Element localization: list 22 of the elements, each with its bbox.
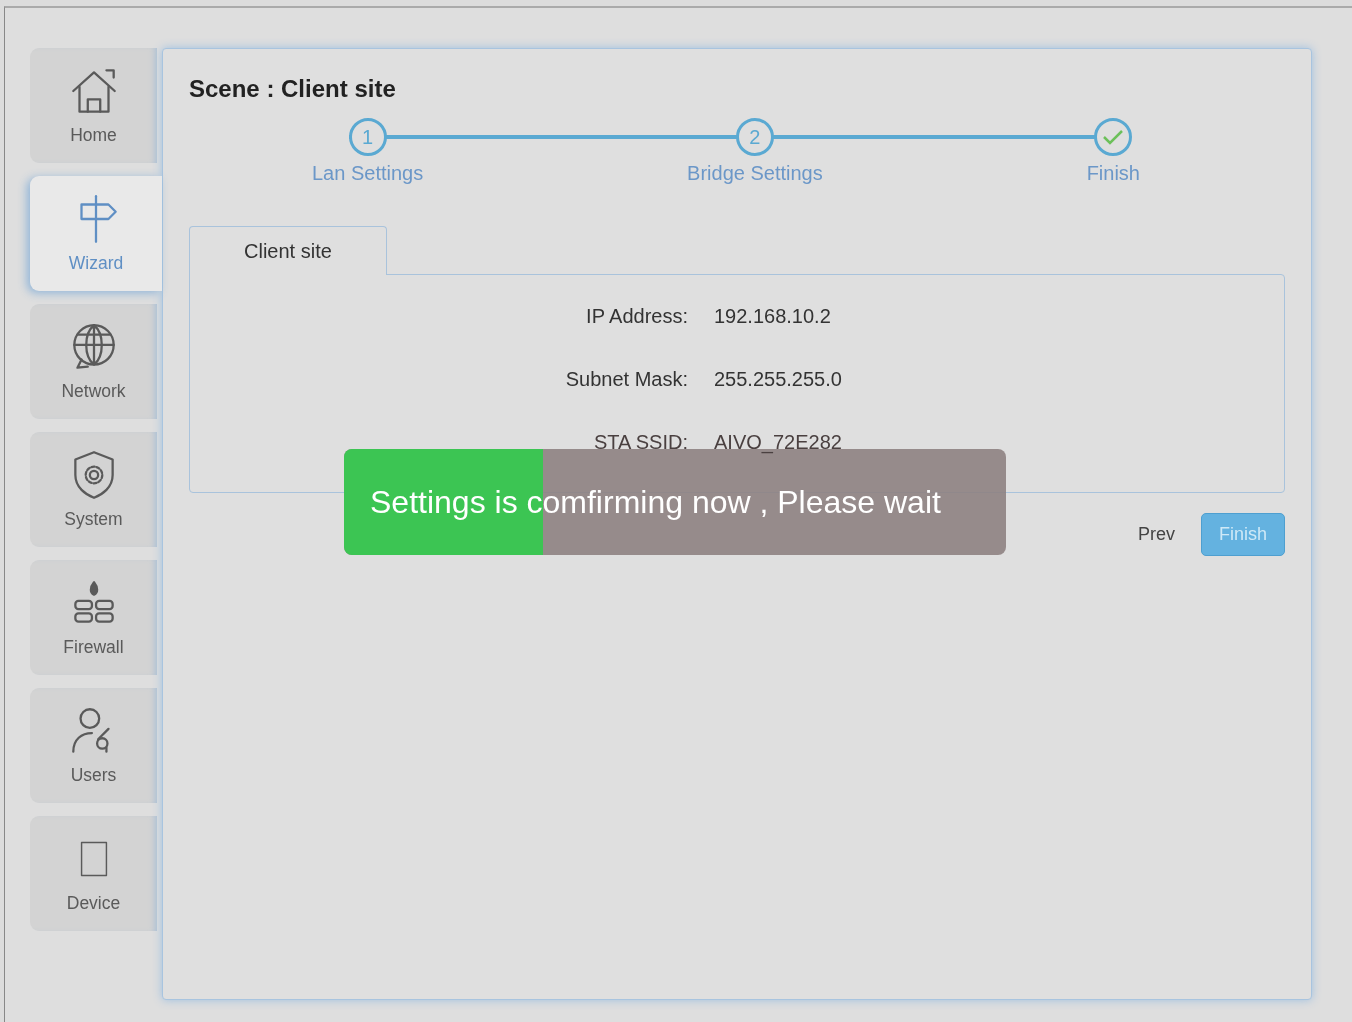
sidebar-tab[interactable]: System [30, 432, 157, 547]
check-icon [1102, 127, 1125, 146]
field-label: IP Address: [586, 304, 688, 327]
field-label: Subnet Mask: [565, 367, 688, 390]
step-label: Finish [1086, 160, 1140, 186]
sidebar-tab[interactable]: Wizard [30, 176, 162, 291]
step-label: Bridge Settings [687, 160, 823, 186]
field-label: STA SSID: [593, 430, 688, 453]
step-label: Lan Settings [312, 160, 424, 186]
field-value: 192.168.10.2 [714, 303, 831, 329]
step-circle: 1 [348, 117, 387, 156]
tab[interactable]: Client site [189, 225, 387, 275]
sidebar-tab[interactable]: Users [30, 688, 157, 803]
sidebar-tab[interactable]: Network [30, 304, 157, 419]
sidebar-tab[interactable]: Home [30, 48, 157, 163]
step-circle: 2 [735, 117, 774, 156]
sidebar-tab[interactable]: Device [30, 816, 157, 931]
sidebar-tab[interactable]: Firewall [30, 560, 157, 675]
prev-button[interactable]: Prev [1131, 519, 1181, 549]
field-value: AIVO_72E282 [714, 429, 842, 456]
page-title: Scene : Client site [189, 75, 397, 104]
field-value: 255.255.255.0 [714, 366, 842, 392]
